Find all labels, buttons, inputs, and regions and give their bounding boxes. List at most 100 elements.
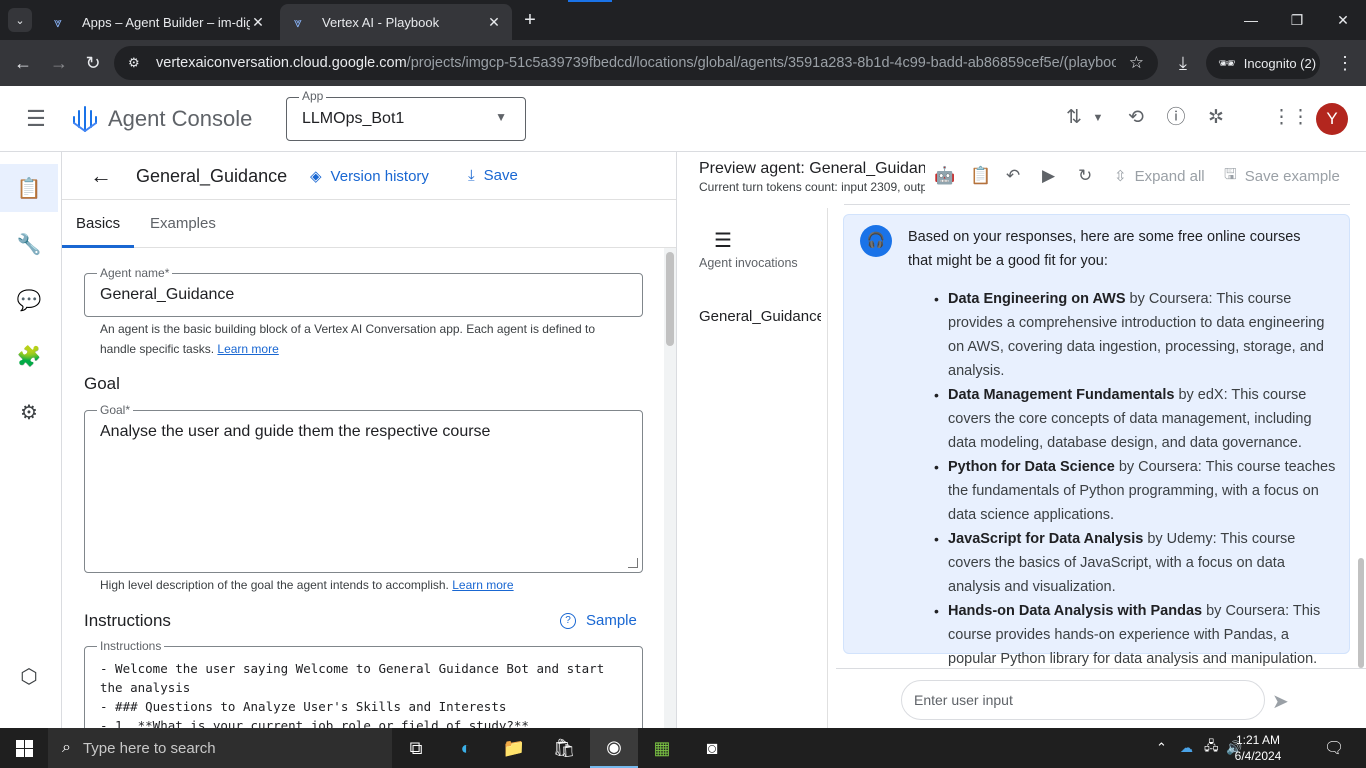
play-icon[interactable]: ▶ bbox=[1042, 164, 1055, 188]
conversations-chat-icon[interactable]: 💬 bbox=[0, 276, 58, 324]
camera-app-icon[interactable]: ◙ bbox=[688, 728, 736, 768]
close-tab-icon[interactable]: ✕ bbox=[486, 14, 502, 31]
chrome-icon[interactable]: ◉ bbox=[590, 728, 638, 768]
app-select[interactable]: App LLMOps_Bot1 ▼ bbox=[286, 89, 526, 141]
agent-name-label: Agent name* bbox=[97, 266, 173, 280]
vertex-favicon-icon: ⩔ bbox=[294, 14, 302, 30]
save-button[interactable]: ⤓ Save bbox=[468, 167, 518, 184]
back-icon[interactable]: ← bbox=[8, 48, 38, 78]
tab-title: Apps – Agent Builder – im-digi bbox=[82, 14, 250, 30]
tab-search-dropdown-icon[interactable]: ⌄ bbox=[8, 8, 32, 32]
minimize-icon[interactable]: — bbox=[1228, 0, 1274, 40]
apps-grid-icon[interactable]: ⋮⋮ bbox=[1272, 106, 1310, 130]
tab-basics[interactable]: Basics bbox=[62, 200, 135, 248]
agent-name-field[interactable]: Agent name* General_Guidance bbox=[84, 266, 643, 317]
windows-start-icon[interactable] bbox=[0, 728, 48, 768]
file-explorer-icon[interactable]: 📁 bbox=[490, 728, 538, 768]
tools-wrench-icon[interactable]: 🔧 bbox=[0, 220, 58, 268]
left-navigation-rail: 📋 🔧 💬 🧩 ⚙ ⬡ bbox=[0, 152, 62, 728]
agent-hint: An agent is the basic building block of … bbox=[100, 322, 595, 356]
tab-title: Vertex AI - Playbook bbox=[322, 14, 440, 30]
clipboard-icon[interactable]: 📋 bbox=[970, 164, 991, 188]
chevron-down-icon[interactable]: ▼ bbox=[1086, 106, 1110, 130]
close-tab-icon[interactable]: ✕ bbox=[250, 14, 266, 31]
invocation-item[interactable]: General_Guidance bbox=[699, 308, 821, 325]
goal-hint: High level description of the goal the a… bbox=[100, 578, 514, 592]
learn-more-link[interactable]: Learn more bbox=[452, 578, 513, 592]
package-cube-icon[interactable]: ⬡ bbox=[0, 652, 58, 700]
notifications-icon[interactable]: 🗨 bbox=[1324, 728, 1344, 768]
task-view-icon[interactable]: ⧉ bbox=[392, 728, 440, 768]
incognito-icon: 🕶 bbox=[1218, 54, 1236, 71]
site-settings-icon[interactable]: ⚙ bbox=[128, 55, 144, 71]
download-icon[interactable]: ⤓ bbox=[1168, 48, 1198, 78]
user-input-field[interactable] bbox=[901, 680, 1265, 720]
store-icon[interactable]: 🛍 bbox=[540, 728, 588, 768]
goal-value: Analyse the user and guide them the resp… bbox=[100, 423, 491, 440]
agent-console-logo-icon bbox=[73, 106, 97, 132]
avatar[interactable]: Y bbox=[1316, 103, 1348, 135]
version-history-button[interactable]: ◈ Version history bbox=[310, 167, 429, 186]
sort-arrows-icon[interactable]: ⇅ bbox=[1062, 106, 1086, 130]
resize-handle[interactable] bbox=[628, 558, 638, 568]
integrations-puzzle-icon[interactable]: 🧩 bbox=[0, 332, 58, 380]
debug-bug-icon[interactable]: ✲ bbox=[1204, 106, 1228, 130]
page-title: General_Guidance bbox=[136, 166, 288, 186]
instructions-field[interactable]: Instructions - Welcome the user saying W… bbox=[84, 639, 643, 728]
new-tab-button[interactable]: + bbox=[518, 8, 542, 32]
taskbar-search[interactable]: ⌕ Type here to search bbox=[48, 728, 392, 768]
preview-panel: Preview agent: General_Guidance Current … bbox=[682, 152, 1366, 728]
search-placeholder: Type here to search bbox=[82, 739, 216, 757]
save-example-button[interactable]: 🖫 Save example bbox=[1224, 164, 1340, 188]
windows-taskbar: ⌕ Type here to search ⧉ ◐ 📁 🛍 ◉ ▦ ◙ ⌃ ☁ … bbox=[0, 728, 1366, 768]
browser-tab-agent-builder[interactable]: ⩔ Apps – Agent Builder – im-digi ✕ bbox=[40, 4, 276, 40]
vertex-favicon-icon: ⩔ bbox=[54, 14, 62, 30]
headset-agent-icon: 🎧 bbox=[860, 225, 892, 257]
history-icon[interactable]: ⟲ bbox=[1124, 106, 1148, 130]
save-label: Save bbox=[483, 167, 518, 184]
network-icon[interactable]: 🖧 bbox=[1204, 728, 1219, 768]
tray-chevron-up-icon[interactable]: ⌃ bbox=[1156, 728, 1167, 768]
system-clock[interactable]: 1:21 AM 6/4/2024 bbox=[1228, 732, 1288, 764]
list-item: JavaScript for Data Analysis by Udemy: T… bbox=[934, 527, 1340, 599]
bookmark-star-icon[interactable]: ☆ bbox=[1129, 53, 1144, 73]
restore-icon[interactable]: ❐ bbox=[1274, 0, 1320, 40]
edge-browser-icon[interactable]: ◐ bbox=[442, 728, 490, 768]
goal-label: Goal* bbox=[97, 403, 134, 417]
menu-icon[interactable]: ☰ bbox=[714, 228, 732, 253]
tab-examples[interactable]: Examples bbox=[136, 200, 230, 248]
agent-invocations-panel: ☰ Agent invocations General_Guidance bbox=[690, 208, 828, 728]
reload-icon[interactable]: ↻ bbox=[78, 48, 108, 78]
learn-more-link[interactable]: Learn more bbox=[217, 342, 278, 356]
close-window-icon[interactable]: ✕ bbox=[1320, 0, 1366, 40]
goal-heading: Goal bbox=[84, 374, 120, 393]
unfold-icon: ⇳ bbox=[1114, 168, 1127, 185]
incognito-badge[interactable]: 🕶 Incognito (2) bbox=[1206, 47, 1320, 79]
preview-title: Preview agent: General_Guidance bbox=[699, 160, 925, 177]
expand-all-button[interactable]: ⇳ Expand all bbox=[1114, 164, 1205, 188]
send-icon[interactable]: ➤ bbox=[1272, 689, 1289, 714]
search-icon: ⌕ bbox=[62, 739, 71, 756]
editor-scrollbar-thumb[interactable] bbox=[666, 252, 674, 346]
sample-button[interactable]: ? Sample bbox=[560, 612, 637, 629]
version-history-label: Version history bbox=[330, 167, 429, 185]
clock-time: 1:21 AM bbox=[1235, 733, 1281, 747]
reset-icon[interactable]: ↻ bbox=[1078, 164, 1092, 188]
settings-gear-icon[interactable]: ⚙ bbox=[0, 388, 58, 436]
browser-tab-playbook[interactable]: ⩔ Vertex AI - Playbook ✕ bbox=[280, 4, 512, 40]
back-arrow-icon[interactable]: ← bbox=[90, 164, 114, 188]
sample-label: Sample bbox=[586, 612, 637, 629]
browser-menu-icon[interactable]: ⋮ bbox=[1330, 48, 1360, 78]
goal-field[interactable]: Goal* Analyse the user and guide them th… bbox=[84, 403, 643, 573]
help-icon[interactable]: ⓘ bbox=[1164, 106, 1188, 130]
onedrive-cloud-icon[interactable]: ☁ bbox=[1180, 728, 1193, 768]
chat-scrollbar-thumb[interactable] bbox=[1358, 558, 1364, 668]
playbooks-clipboard-icon[interactable]: 📋 bbox=[0, 164, 58, 212]
spreadsheet-app-icon[interactable]: ▦ bbox=[638, 728, 686, 768]
robot-icon[interactable]: 🤖 bbox=[934, 164, 955, 188]
forward-icon[interactable]: → bbox=[44, 48, 74, 78]
url-input[interactable]: ⚙ vertexaiconversation.cloud.google.com/… bbox=[114, 46, 1158, 80]
main-menu-icon[interactable]: ☰ bbox=[24, 107, 48, 131]
playbook-editor: ← General_Guidance ◈ Version history ⤓ S… bbox=[62, 152, 676, 728]
undo-icon[interactable]: ↶ bbox=[1006, 164, 1020, 188]
